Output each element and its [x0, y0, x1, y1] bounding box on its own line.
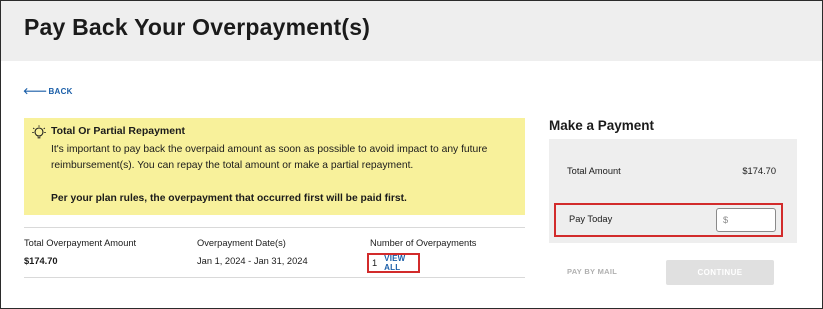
- overpayment-dates-label: Overpayment Date(s): [197, 238, 286, 248]
- total-amount-label: Total Amount: [567, 166, 621, 176]
- overpayment-count-value: 1: [372, 258, 378, 268]
- total-overpayment-label: Total Overpayment Amount: [24, 238, 137, 248]
- summary-count-column: Number of Overpayments: [370, 238, 476, 248]
- page-header: Pay Back Your Overpayment(s): [1, 1, 822, 61]
- lightbulb-icon: [32, 125, 46, 139]
- repayment-alert: Total Or Partial Repayment It's importan…: [24, 118, 525, 215]
- alert-note: Per your plan rules, the overpayment tha…: [51, 193, 407, 204]
- alert-title: Total Or Partial Repayment: [51, 125, 186, 137]
- overpayment-count-label: Number of Overpayments: [370, 238, 477, 248]
- arrow-left-icon: 🡐: [23, 86, 48, 96]
- summary-total-column: Total Overpayment Amount $174.70: [24, 238, 136, 266]
- pay-today-label: Pay Today: [569, 214, 613, 224]
- alert-body: It's important to pay back the overpaid …: [51, 144, 488, 171]
- back-label: BACK: [48, 87, 73, 96]
- page-title: Pay Back Your Overpayment(s): [24, 14, 371, 40]
- make-payment-title: Make a Payment: [549, 118, 655, 133]
- summary-dates-column: Overpayment Date(s) Jan 1, 2024 - Jan 31…: [197, 238, 308, 266]
- pay-today-highlight: Pay Today: [554, 203, 783, 237]
- overpayment-dates-value: Jan 1, 2024 - Jan 31, 2024: [197, 256, 308, 266]
- payment-panel: Total Amount $174.70 Pay Today: [549, 139, 797, 243]
- pay-today-input[interactable]: [716, 208, 776, 232]
- overpayment-count-highlight: 1 VIEW ALL: [367, 253, 420, 273]
- pay-by-mail-link[interactable]: PAY BY MAIL: [567, 267, 617, 276]
- continue-button[interactable]: CONTINUE: [666, 260, 774, 285]
- total-amount-value: $174.70: [742, 166, 776, 176]
- total-overpayment-value: $174.70: [24, 256, 58, 266]
- view-all-link[interactable]: VIEW ALL: [384, 254, 418, 272]
- overpayment-summary: Total Overpayment Amount $174.70 Overpay…: [24, 227, 525, 278]
- back-link[interactable]: 🡐 BACK: [23, 86, 73, 97]
